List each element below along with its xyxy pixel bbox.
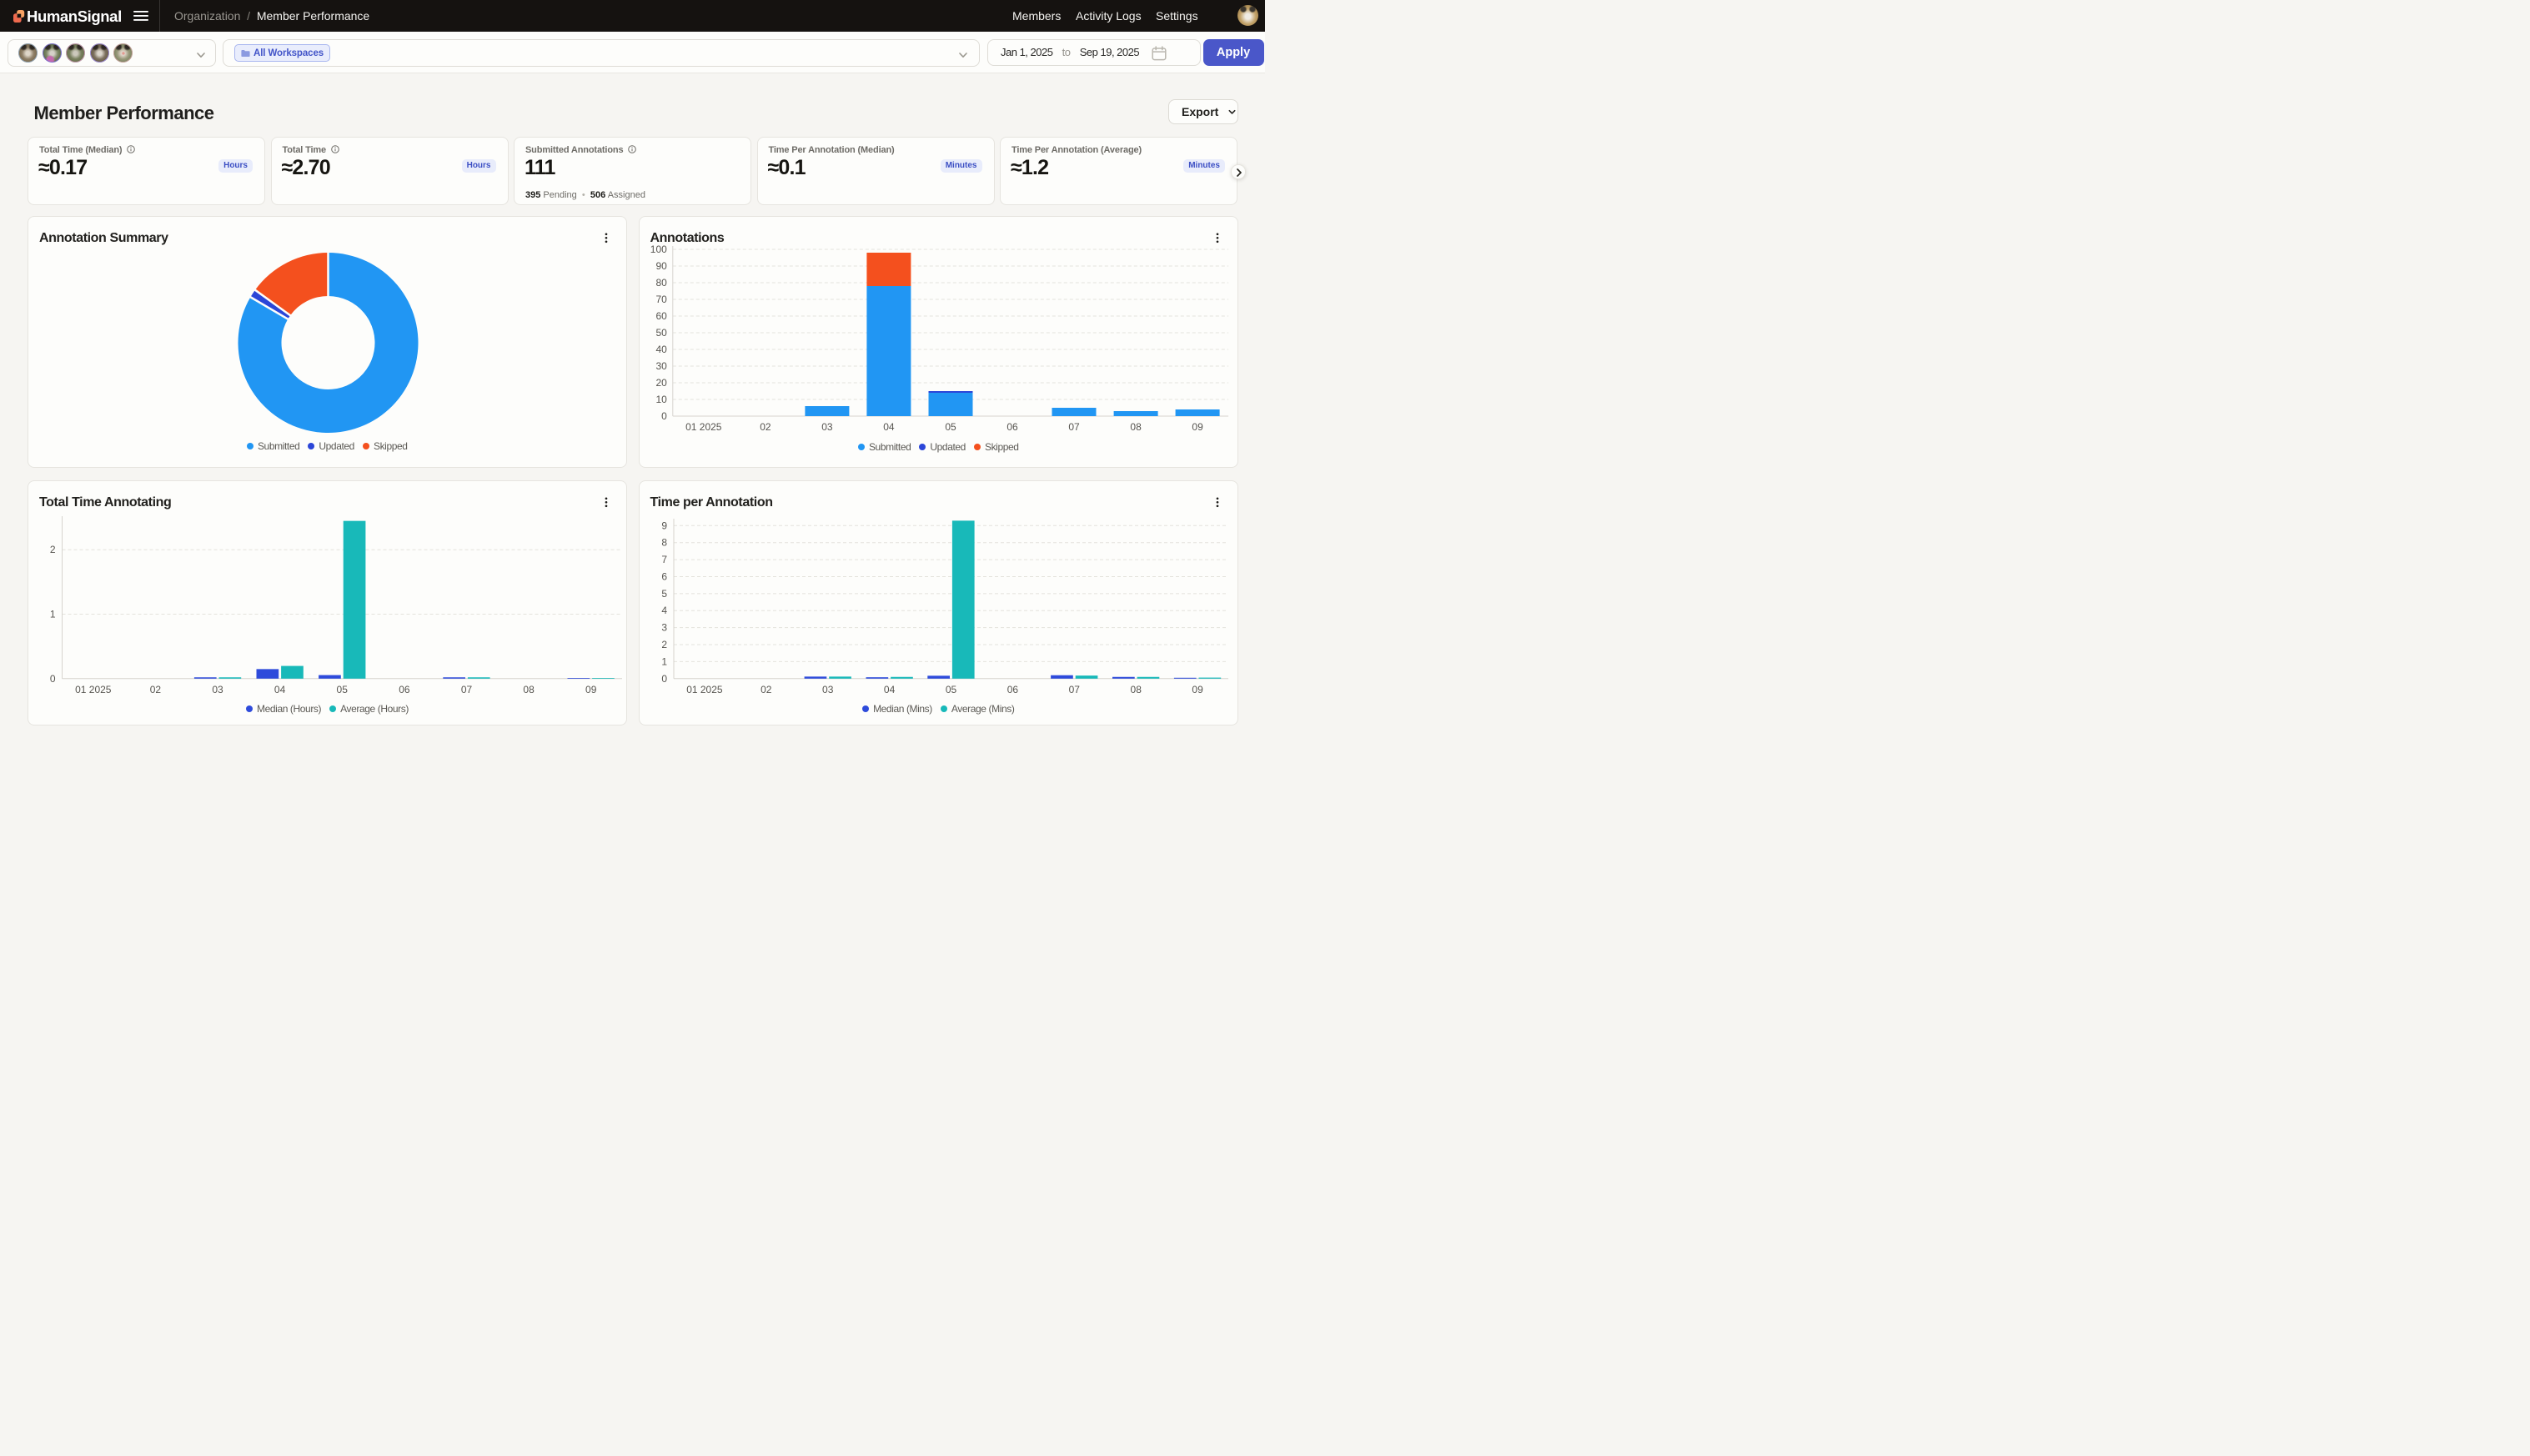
svg-text:05: 05 [945, 683, 956, 695]
svg-text:07: 07 [461, 683, 473, 695]
svg-text:04: 04 [883, 421, 895, 433]
svg-text:03: 03 [822, 683, 834, 695]
svg-text:08: 08 [523, 683, 535, 695]
svg-text:100: 100 [650, 244, 666, 255]
svg-text:01 2025: 01 2025 [75, 683, 112, 695]
svg-text:06: 06 [1006, 683, 1018, 695]
svg-text:40: 40 [655, 344, 667, 355]
svg-text:9: 9 [661, 520, 667, 531]
svg-text:08: 08 [1130, 683, 1142, 695]
svg-text:0: 0 [661, 410, 667, 422]
svg-text:3: 3 [661, 621, 667, 633]
svg-text:0: 0 [661, 672, 667, 684]
svg-text:6: 6 [661, 570, 667, 582]
svg-text:09: 09 [585, 683, 597, 695]
svg-text:03: 03 [212, 683, 223, 695]
svg-text:05: 05 [337, 683, 349, 695]
svg-text:01 2025: 01 2025 [686, 683, 723, 695]
svg-text:70: 70 [655, 294, 667, 305]
svg-text:2: 2 [661, 639, 667, 650]
svg-text:10: 10 [655, 394, 667, 405]
svg-text:04: 04 [883, 683, 895, 695]
svg-text:07: 07 [1068, 421, 1080, 433]
svg-text:60: 60 [655, 310, 667, 322]
svg-text:8: 8 [661, 536, 667, 548]
svg-text:02: 02 [150, 683, 162, 695]
svg-text:02: 02 [760, 421, 771, 433]
svg-text:02: 02 [761, 683, 772, 695]
svg-text:50: 50 [655, 327, 667, 339]
svg-text:5: 5 [661, 587, 667, 599]
svg-text:1: 1 [661, 655, 667, 667]
svg-text:07: 07 [1068, 683, 1080, 695]
svg-text:0: 0 [50, 672, 56, 684]
svg-text:30: 30 [655, 360, 667, 372]
svg-text:20: 20 [655, 377, 667, 389]
svg-text:03: 03 [821, 421, 833, 433]
svg-text:05: 05 [945, 421, 956, 433]
svg-text:08: 08 [1130, 421, 1142, 433]
svg-text:06: 06 [399, 683, 410, 695]
svg-text:1: 1 [50, 608, 56, 620]
svg-text:09: 09 [1192, 421, 1203, 433]
svg-text:09: 09 [1192, 683, 1203, 695]
svg-text:06: 06 [1006, 421, 1018, 433]
svg-text:90: 90 [655, 260, 667, 272]
svg-text:04: 04 [274, 683, 286, 695]
svg-text:4: 4 [661, 605, 667, 616]
svg-text:80: 80 [655, 277, 667, 289]
svg-text:2: 2 [50, 544, 56, 555]
svg-text:7: 7 [661, 554, 667, 565]
svg-text:01 2025: 01 2025 [685, 421, 722, 433]
